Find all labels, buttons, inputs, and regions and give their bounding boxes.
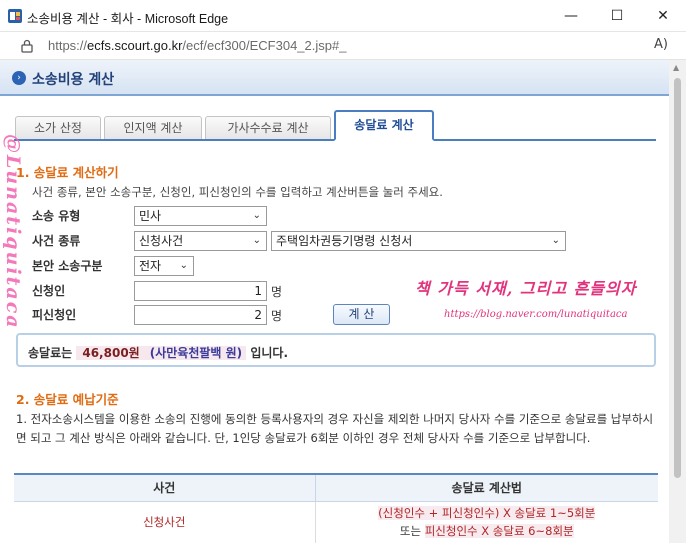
page-content: › 소송비용 계산 소가 산정 인지액 계산 가사수수료 계산 송달료 계산 1… [0, 60, 669, 543]
table-header-case: 사건 [14, 473, 315, 502]
scroll-up-arrow-icon[interactable]: ▲ [673, 63, 679, 72]
table-cell-formula: (신청인수 + 피신청인수) X 송달료 1~5회분 또는 피신청인수 X 송달… [314, 501, 658, 543]
close-button[interactable]: ✕ [640, 0, 686, 32]
minimize-button[interactable]: — [548, 0, 594, 32]
maximize-icon: ☐ [610, 8, 624, 24]
applicant-unit: 명 [271, 285, 283, 299]
table-cell-case: 신청사건 [14, 501, 315, 543]
calculate-button[interactable]: 계 산 [333, 304, 390, 325]
case-kind-label: 사건 종류 [32, 234, 81, 248]
page-title: 소송비용 계산 [32, 72, 115, 88]
lock-icon [21, 39, 33, 53]
chevron-down-icon: ⌄ [551, 235, 560, 246]
section1-description: 사건 종류, 본안 소송구분, 신청인, 피신청인의 수를 입력하고 계산버튼을… [32, 185, 443, 199]
bullet-arrow-icon: › [12, 71, 26, 85]
result-amount: 46,800원 [76, 346, 146, 360]
fee-table: 사건 송달료 계산법 신청사건 (신청인수 + 피신청인수) X 송달료 1~5… [14, 473, 658, 543]
section2-title: 2. 송달료 예납기준 [16, 392, 119, 407]
case-kind-detail-select[interactable]: 주택임차권등기명령 신청서 ⌄ [271, 231, 566, 251]
app-icon [8, 9, 22, 23]
url-text[interactable]: https://ecfs.scourt.go.kr/ecf/ecf300/ECF… [48, 38, 346, 53]
read-aloud-icon[interactable]: A) [654, 37, 668, 52]
respondent-label: 피신청인 [32, 308, 77, 322]
result-box: 송달료는 46,800원 (사만육천팔백 원) 입니다. [16, 333, 656, 367]
chevron-down-icon: ⌄ [252, 210, 261, 221]
main-suit-label: 본안 소송구분 [32, 259, 103, 273]
handwriting-watermark: 책 가득 서재, 그리고 흔들의자 [415, 279, 637, 298]
result-text: 송달료는 46,800원 (사만육천팔백 원) 입니다. [28, 346, 289, 360]
page-header: › 소송비용 계산 [0, 60, 669, 96]
section2-paragraph: 1. 전자소송시스템을 이용한 소송의 진행에 동의한 등록사용자의 경우 자신… [16, 412, 654, 445]
applicant-label: 신청인 [32, 284, 66, 298]
vertical-scrollbar[interactable]: ▲ [669, 60, 686, 543]
applicant-count-input[interactable]: 1 [134, 281, 267, 301]
window-titlebar: 소송비용 계산 - 회사 - Microsoft Edge — ☐ ✕ [0, 0, 686, 32]
main-suit-select[interactable]: 전자 ⌄ [134, 256, 194, 276]
close-icon: ✕ [657, 8, 669, 24]
blog-url-watermark: https://blog.naver.com/lunatiquitaca [444, 309, 628, 320]
case-type-select[interactable]: 민사 ⌄ [134, 206, 267, 226]
window-title: 소송비용 계산 - 회사 - Microsoft Edge [27, 12, 229, 26]
result-korean-amount: (사만육천팔백 원) [145, 346, 247, 360]
scroll-thumb[interactable] [674, 78, 681, 478]
case-kind-select[interactable]: 신청사건 ⌄ [134, 231, 267, 251]
formula-line-1: (신청인수 + 피신청인수) X 송달료 1~5회분 [378, 506, 596, 520]
section1-title: 1. 송달료 계산하기 [16, 165, 119, 180]
chevron-down-icon: ⌄ [252, 235, 261, 246]
tab-stamp-fee[interactable]: 인지액 계산 [104, 116, 202, 140]
case-type-label: 소송 유형 [32, 209, 81, 223]
table-header-row: 사건 송달료 계산법 [14, 473, 658, 502]
table-row: 신청사건 (신청인수 + 피신청인수) X 송달료 1~5회분 또는 피신청인수… [14, 501, 658, 543]
respondent-unit: 명 [271, 309, 283, 323]
tab-service-fee[interactable]: 송달료 계산 [334, 110, 434, 141]
tab-family-fee[interactable]: 가사수수료 계산 [205, 116, 331, 140]
formula-line-2-prefix: 또는 [399, 524, 422, 538]
minimize-icon: — [564, 8, 578, 24]
formula-line-2: 피신청인수 X 송달료 6~8회분 [424, 524, 574, 538]
chevron-down-icon: ⌄ [179, 260, 188, 271]
table-header-formula: 송달료 계산법 [314, 473, 658, 502]
address-bar[interactable]: https://ecfs.scourt.go.kr/ecf/ecf300/ECF… [0, 32, 686, 60]
vertical-watermark: @Lunatiquitaca [2, 134, 24, 330]
respondent-count-input[interactable]: 2 [134, 305, 267, 325]
maximize-button[interactable]: ☐ [594, 0, 640, 32]
